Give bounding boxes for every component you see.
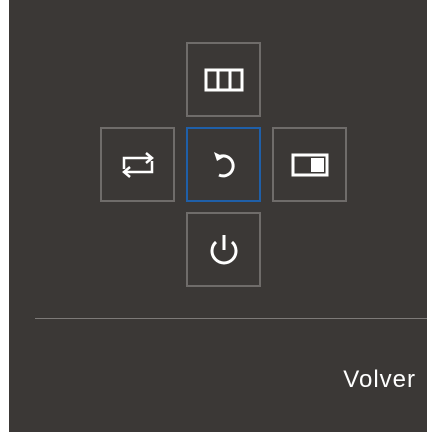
action-label: Volver — [343, 366, 416, 393]
screen: Volver — [0, 0, 427, 436]
left-button[interactable] — [100, 127, 175, 202]
up-button[interactable] — [186, 42, 261, 117]
center-button[interactable] — [186, 127, 261, 202]
down-button[interactable] — [186, 212, 261, 287]
power-icon — [204, 230, 244, 270]
swap-arrows-icon — [118, 145, 158, 185]
return-icon — [204, 145, 244, 185]
columns-icon — [204, 67, 244, 93]
right-button[interactable] — [272, 127, 347, 202]
osd-panel: Volver — [9, 0, 427, 432]
divider — [35, 318, 427, 319]
picture-in-picture-icon — [290, 151, 330, 179]
